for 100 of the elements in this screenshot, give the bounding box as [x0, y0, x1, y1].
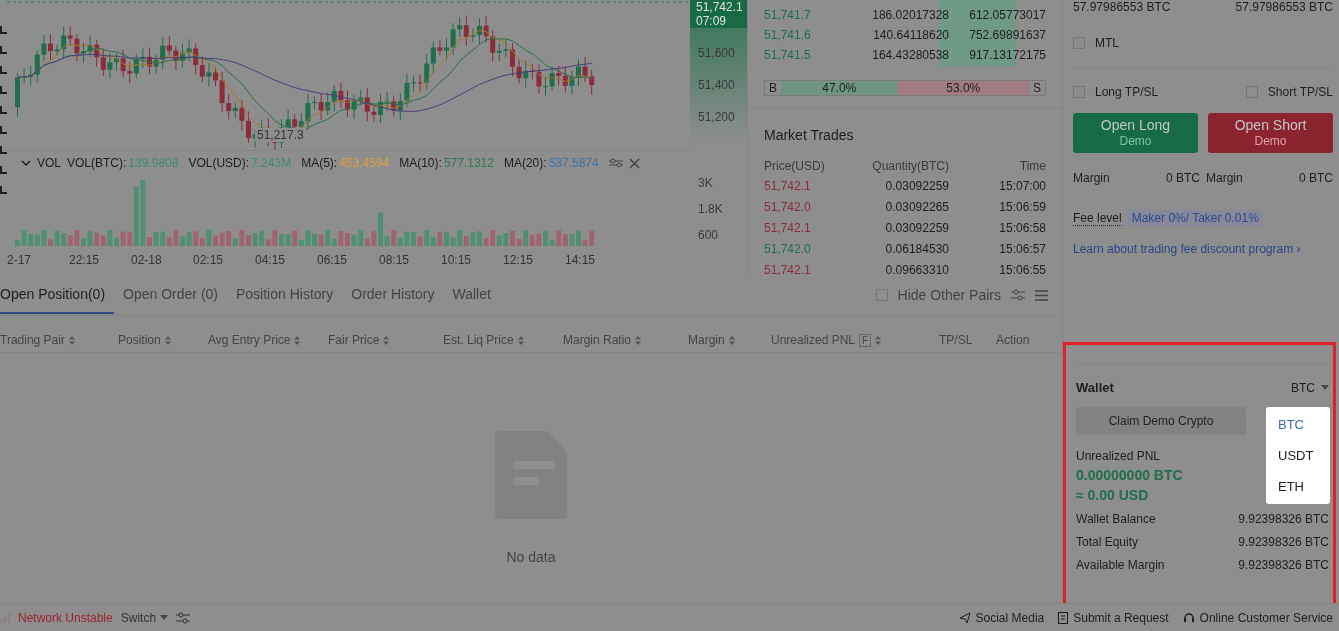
indicator-value: 139.9808	[128, 156, 179, 170]
close-icon[interactable]	[628, 157, 640, 169]
menu-option[interactable]: USDT	[1266, 440, 1330, 471]
menu-icon[interactable]	[1035, 289, 1048, 301]
checkbox-label: Long TP/SL	[1095, 85, 1159, 99]
column-header: Position	[118, 333, 161, 347]
checkbox-label: Hide Other Pairs	[897, 287, 1001, 303]
trade-quantity: 0.03092259	[884, 220, 949, 235]
buy-tag: B	[765, 81, 781, 95]
sort-icon[interactable]	[728, 335, 735, 345]
price-tick: 51,600	[697, 46, 735, 60]
settings-icon[interactable]	[176, 611, 191, 624]
trade-quantity: 0.03092259	[884, 178, 949, 193]
tab[interactable]: Position History	[227, 276, 343, 314]
column-header: Est. Liq Price	[443, 333, 514, 347]
trade-time: 15:06:59	[998, 199, 1046, 214]
indicator-label: MA(20):	[503, 156, 547, 170]
indicator-value: 537.5874	[548, 156, 599, 170]
drawing-tool-icon[interactable]	[0, 26, 7, 34]
drawing-tool-icon[interactable]	[0, 46, 7, 54]
bid-total: 612.05773017	[968, 8, 1046, 22]
volume-title: VOL	[37, 156, 61, 170]
sort-icon[interactable]	[383, 335, 390, 345]
volume-tick: 1.8K	[698, 202, 724, 216]
trade-price: 51,742.1	[764, 178, 812, 193]
tab[interactable]: Open Position(0)	[0, 276, 115, 314]
open-long-button[interactable]: Open Long Demo	[1073, 113, 1198, 153]
time-tick: 12:15	[503, 253, 535, 267]
time-tick: 08:15	[379, 253, 411, 267]
drawing-tool-icon[interactable]	[0, 66, 7, 74]
filter-icon[interactable]	[1011, 289, 1025, 301]
wallet-label: Available Margin	[1076, 558, 1165, 572]
price-tick: 51,400	[697, 78, 735, 92]
settings-icon[interactable]	[608, 158, 623, 168]
tab[interactable]: Wallet	[443, 276, 500, 314]
sort-icon[interactable]	[68, 335, 75, 345]
fee-level-label[interactable]: Fee level	[1073, 210, 1122, 226]
menu-option[interactable]: BTC	[1266, 409, 1330, 440]
trade-price: 51,742.0	[764, 241, 812, 256]
fee-rate-tag: Maker 0%/ Taker 0.01%	[1127, 210, 1263, 226]
currency-dropdown[interactable]: BTC	[1291, 380, 1329, 395]
drawing-tool-icon[interactable]	[0, 106, 7, 114]
bid-price: 51,741.7	[764, 8, 812, 22]
footer-link[interactable]: Online Customer Service	[1182, 610, 1333, 625]
drawing-tool-icon[interactable]	[0, 166, 7, 174]
time-tick: 02:15	[193, 253, 225, 267]
balance-value: 57.97986553 BTC	[1235, 0, 1333, 14]
wallet-label: Total Equity	[1076, 535, 1139, 549]
sort-icon[interactable]	[875, 335, 882, 345]
send-icon	[958, 611, 971, 624]
menu-option[interactable]: ETH	[1266, 471, 1330, 502]
drawing-tool-icon[interactable]	[0, 186, 7, 194]
price-tick: 51,200	[697, 110, 735, 124]
network-status: Network Unstable	[18, 610, 113, 625]
trade-quantity: 0.09663310	[884, 262, 949, 275]
column-header: Fair Price	[328, 333, 380, 347]
time-tick: 06:15	[317, 253, 349, 267]
indicator-label: MA(5):	[301, 156, 338, 170]
wallet-value: 9.92398326 BTC	[1238, 558, 1329, 572]
bid-total: 917.13172175	[968, 48, 1046, 62]
pnl-label: Unrealized PNL	[1076, 449, 1161, 463]
open-short-button[interactable]: Open Short Demo	[1208, 113, 1333, 153]
bid-price: 51,741.5	[764, 48, 812, 62]
column-header: Action	[996, 333, 1030, 347]
wallet-label: Wallet Balance	[1076, 512, 1156, 526]
drawing-tool-icon[interactable]	[0, 126, 7, 134]
footer-link[interactable]: Social Media	[958, 610, 1045, 625]
document-icon	[1058, 611, 1069, 624]
filter-badge[interactable]: F	[859, 333, 872, 347]
column-header: Time	[1018, 159, 1046, 173]
tab[interactable]: Order History	[342, 276, 444, 314]
sort-icon[interactable]	[635, 335, 642, 345]
balance-value: 57.97986553 BTC	[1073, 0, 1171, 14]
sort-icon[interactable]	[164, 335, 171, 345]
trade-price: 51,742.1	[764, 220, 812, 235]
time-tick: 2-17	[7, 253, 33, 267]
empty-message: No data	[506, 549, 556, 565]
sort-icon[interactable]	[294, 335, 301, 345]
fee-discount-link[interactable]: Learn about trading fee discount program ›	[1073, 242, 1333, 256]
drawing-tool-icon[interactable]	[0, 146, 7, 154]
chevron-icon[interactable]	[21, 160, 31, 166]
sort-icon[interactable]	[517, 335, 524, 345]
margin-value: 0 BTC	[1299, 171, 1333, 185]
volume-tick: 600	[698, 228, 720, 242]
indicator-label: VOL(BTC):	[67, 156, 127, 170]
pnl-usd-value: ≈ 0.00 USD	[1076, 487, 1149, 503]
drawing-tool-icon[interactable]	[0, 86, 7, 94]
switch-dropdown[interactable]: Switch	[120, 610, 169, 625]
last-price-tag: 51,742.1 07:09	[690, 0, 747, 28]
trade-time: 15:06:58	[998, 220, 1046, 235]
trade-price: 51,742.1	[764, 262, 812, 275]
time-tick: 22:15	[69, 253, 101, 267]
sell-tag: S	[1029, 81, 1045, 95]
bid-total: 752.69891637	[968, 28, 1046, 42]
bid-price: 51,741.6	[764, 28, 812, 42]
tab[interactable]: Open Order (0)	[114, 276, 227, 314]
claim-demo-button[interactable]: Claim Demo Crypto	[1076, 407, 1246, 435]
pnl-value: 0.00000000 BTC	[1076, 467, 1183, 483]
footer-link[interactable]: Submit a Request	[1058, 610, 1169, 625]
trade-quantity: 0.03092265	[884, 199, 949, 214]
